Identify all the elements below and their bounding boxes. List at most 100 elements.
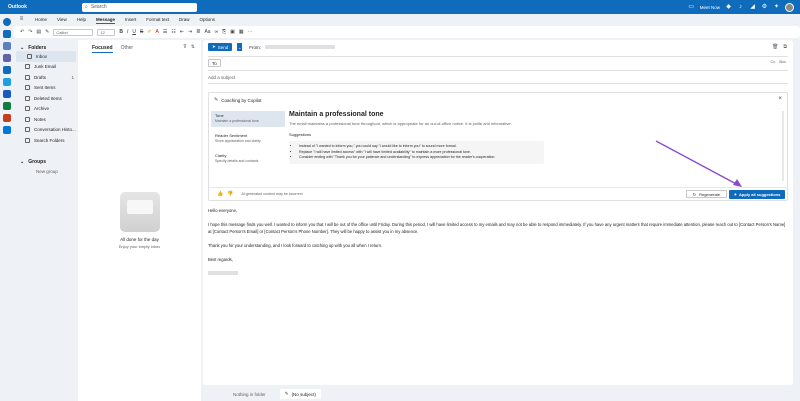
- attach-icon[interactable]: ⎘: [222, 29, 226, 35]
- excel-app-icon[interactable]: [3, 102, 11, 110]
- onedrive-app-icon[interactable]: [3, 126, 11, 134]
- todo-app-icon[interactable]: [3, 78, 11, 86]
- teams-icon[interactable]: ◆: [725, 4, 732, 11]
- bold-icon[interactable]: B: [119, 29, 123, 35]
- tab-draw[interactable]: Draw: [179, 17, 190, 22]
- send-options-chevron-icon[interactable]: ⌄: [236, 43, 243, 51]
- gear-icon[interactable]: ⚙: [761, 4, 768, 11]
- clipboard-icon[interactable]: ▤: [36, 29, 41, 35]
- folder-label: Notes: [34, 116, 46, 122]
- outdent-icon[interactable]: ⇤: [180, 29, 184, 35]
- empty-state: All done for the day Enjoy your empty in…: [78, 192, 201, 249]
- font-select[interactable]: Calibri: [53, 28, 94, 36]
- chevron-down-icon: ⌄: [20, 158, 25, 165]
- align-icon[interactable]: ≣: [196, 29, 200, 35]
- folder-drafts[interactable]: Drafts 1: [14, 72, 78, 83]
- sort-icon[interactable]: ⇅: [191, 44, 195, 50]
- cc-button[interactable]: Cc: [770, 59, 775, 64]
- search-box[interactable]: ⌕ Search: [82, 2, 197, 12]
- subject-input[interactable]: Add a subject: [208, 75, 235, 80]
- folder-deleted[interactable]: Deleted Items: [14, 93, 78, 104]
- folder-notes[interactable]: Notes: [14, 114, 78, 125]
- send-icon: ➤: [212, 44, 216, 49]
- archive-icon: [25, 106, 30, 112]
- scrollbar[interactable]: [782, 111, 784, 181]
- folder-conversation-history[interactable]: Conversation Histo...: [14, 125, 78, 136]
- picture-icon[interactable]: ▣: [230, 29, 235, 35]
- tab-focused[interactable]: Focused: [92, 45, 113, 53]
- camera-icon[interactable]: ▭: [688, 4, 695, 11]
- delete-icon[interactable]: 🗑: [772, 44, 778, 50]
- note-icon: [25, 116, 30, 122]
- folder-sent[interactable]: Sent Items: [14, 83, 78, 94]
- folders-header[interactable]: ⌄ Folders: [14, 40, 78, 51]
- coaching-tab-tone[interactable]: Tone Maintain a professional tone: [211, 111, 285, 127]
- coaching-tab-reader-sentiment[interactable]: Reader Sentiment Show appreciation and c…: [211, 131, 285, 147]
- from-label[interactable]: From:: [249, 45, 261, 50]
- megaphone-icon[interactable]: ◢: [749, 4, 756, 11]
- new-group-link[interactable]: New group: [14, 169, 78, 174]
- avatar[interactable]: [785, 2, 794, 12]
- divider: [208, 83, 788, 84]
- styles-icon[interactable]: Aa: [204, 29, 210, 35]
- italic-icon[interactable]: I: [127, 29, 128, 35]
- hamburger-icon[interactable]: ≡: [18, 16, 25, 23]
- tab-insert[interactable]: Insert: [125, 17, 136, 22]
- to-button[interactable]: To: [208, 59, 221, 67]
- folder-archive[interactable]: Archive: [14, 104, 78, 115]
- copilot-app-icon[interactable]: [3, 18, 11, 26]
- lightbulb-icon[interactable]: ✦: [773, 4, 780, 11]
- to-row: To Cc Bcc: [208, 58, 786, 68]
- undo-icon[interactable]: ↶: [20, 29, 24, 35]
- redo-icon[interactable]: ↷: [28, 29, 32, 35]
- copilot-header: Coaching by Copilot: [221, 97, 262, 103]
- send-button[interactable]: ➤ Send: [208, 43, 233, 51]
- ribbon-tabs: ≡ Home View Help Message Insert Format t…: [14, 14, 800, 25]
- calendar-app-icon[interactable]: [3, 42, 11, 50]
- email-body[interactable]: Hello everyone, I hope this message find…: [208, 207, 788, 275]
- search-folder-icon: [25, 137, 30, 143]
- bell-icon[interactable]: ♪: [737, 4, 744, 11]
- tab-message[interactable]: Message: [95, 17, 115, 24]
- apply-all-suggestions-button[interactable]: ✦ Apply all suggestions: [729, 190, 785, 199]
- font-color-icon[interactable]: A: [156, 29, 159, 35]
- highlight-icon[interactable]: ✐: [147, 29, 151, 35]
- folder-inbox[interactable]: Inbox: [16, 51, 76, 62]
- filter-icon[interactable]: ⊽: [183, 44, 187, 50]
- word-app-icon[interactable]: [3, 90, 11, 98]
- coaching-tab-clarity[interactable]: Clarity Specify details and contacts: [211, 151, 285, 167]
- folder-junk[interactable]: Junk Email: [14, 62, 78, 73]
- strikethrough-icon[interactable]: S: [140, 29, 143, 35]
- groups-header[interactable]: ⌄ Groups: [14, 154, 78, 165]
- mail-app-icon[interactable]: [3, 30, 11, 38]
- bullets-icon[interactable]: ☰: [163, 29, 167, 35]
- thumbs-down-icon[interactable]: 👎: [227, 191, 233, 197]
- indent-icon[interactable]: ⇥: [188, 29, 192, 35]
- tab-options[interactable]: Options: [200, 17, 216, 22]
- meet-now-button[interactable]: Meet Now: [700, 5, 720, 10]
- more-icon[interactable]: ⋯: [248, 29, 253, 35]
- tab-format-text[interactable]: Format text: [146, 17, 169, 22]
- divider: [208, 70, 788, 71]
- groups-app-icon[interactable]: [3, 66, 11, 74]
- folder-label: Search Folders: [34, 137, 65, 143]
- tab-home[interactable]: Home: [35, 17, 47, 22]
- table-icon[interactable]: ▦: [239, 29, 244, 35]
- tab-other[interactable]: Other: [121, 45, 134, 51]
- bcc-button[interactable]: Bcc: [779, 59, 786, 64]
- tab-help[interactable]: Help: [77, 17, 86, 22]
- thumbs-up-icon[interactable]: 👍: [217, 191, 223, 197]
- format-painter-icon[interactable]: ✎: [45, 29, 49, 35]
- numbering-icon[interactable]: ☷: [171, 29, 175, 35]
- folder-search-folders[interactable]: Search Folders: [14, 135, 78, 146]
- regenerate-button[interactable]: ↻ Regenerate: [685, 190, 727, 198]
- powerpoint-app-icon[interactable]: [3, 114, 11, 122]
- link-icon[interactable]: ∞: [215, 29, 219, 35]
- underline-icon[interactable]: U: [132, 29, 136, 35]
- popout-icon[interactable]: ⧉: [783, 44, 787, 50]
- tab-view[interactable]: View: [57, 17, 67, 22]
- people-app-icon[interactable]: [3, 54, 11, 62]
- close-icon[interactable]: ×: [778, 96, 782, 102]
- draft-tab[interactable]: ✎ (No subject): [279, 389, 321, 399]
- font-size-select[interactable]: 12: [97, 28, 116, 36]
